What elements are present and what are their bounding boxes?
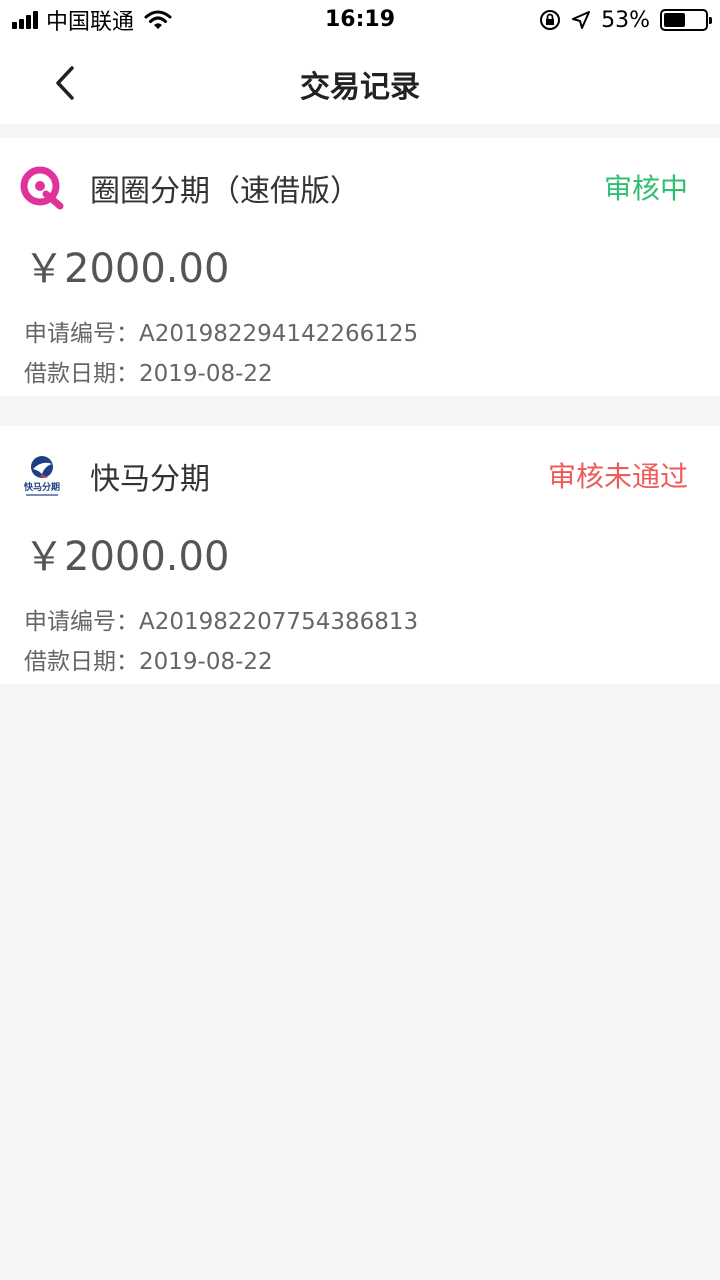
kuaima-logo-text: 快马分期 (24, 481, 60, 493)
application-number: 申请编号：A201982207754386813 (24, 602, 418, 636)
chevron-left-icon (56, 66, 74, 100)
battery-icon (660, 9, 712, 31)
application-number-value: A201982207754386813 (139, 609, 419, 635)
orientation-lock-icon (540, 10, 561, 30)
wifi-icon (144, 10, 172, 29)
kuaima-logo-icon: 快马分期 (24, 456, 60, 496)
status-badge: 审核未通过 (547, 460, 688, 493)
record-card[interactable]: 快马分期 快马分期 审核未通过 ￥2000.00 申请编号：A201982207… (0, 426, 720, 684)
application-number-label: 申请编号： (24, 321, 139, 347)
loan-date-value: 2019-08-22 (139, 361, 273, 387)
carrier-label: 中国联通 (46, 10, 135, 35)
loan-date-value: 2019-08-22 (139, 649, 273, 675)
location-icon (572, 11, 591, 29)
application-number-value: A201982294142266125 (139, 321, 419, 347)
status-badge: 审核中 (603, 172, 688, 205)
loan-amount: ￥2000.00 (24, 246, 230, 292)
loan-date-label: 借款日期： (24, 649, 139, 675)
status-left: 中国联通 (12, 0, 172, 40)
battery-fill (664, 13, 686, 27)
application-number-label: 申请编号： (24, 609, 139, 635)
battery-percent: 53% (601, 7, 650, 33)
loan-date-label: 借款日期： (24, 361, 139, 387)
status-bar: 中国联通 16:19 53% (0, 0, 720, 40)
product-name: 圈圈分期（速借版） (90, 174, 360, 209)
loan-date: 借款日期：2019-08-22 (24, 354, 273, 388)
signal-icon (12, 11, 40, 29)
loan-date: 借款日期：2019-08-22 (24, 642, 273, 676)
application-number: 申请编号：A201982294142266125 (24, 314, 418, 348)
loan-amount: ￥2000.00 (24, 534, 230, 580)
quanquan-logo-icon (20, 166, 64, 210)
back-button[interactable] (40, 58, 90, 108)
nav-bar: 交易记录 (0, 40, 720, 124)
record-card[interactable]: 圈圈分期（速借版） 审核中 ￥2000.00 申请编号：A20198229414… (0, 138, 720, 396)
product-name: 快马分期 (90, 462, 210, 497)
page-title: 交易记录 (300, 70, 420, 105)
status-right: 53% (529, 0, 712, 40)
